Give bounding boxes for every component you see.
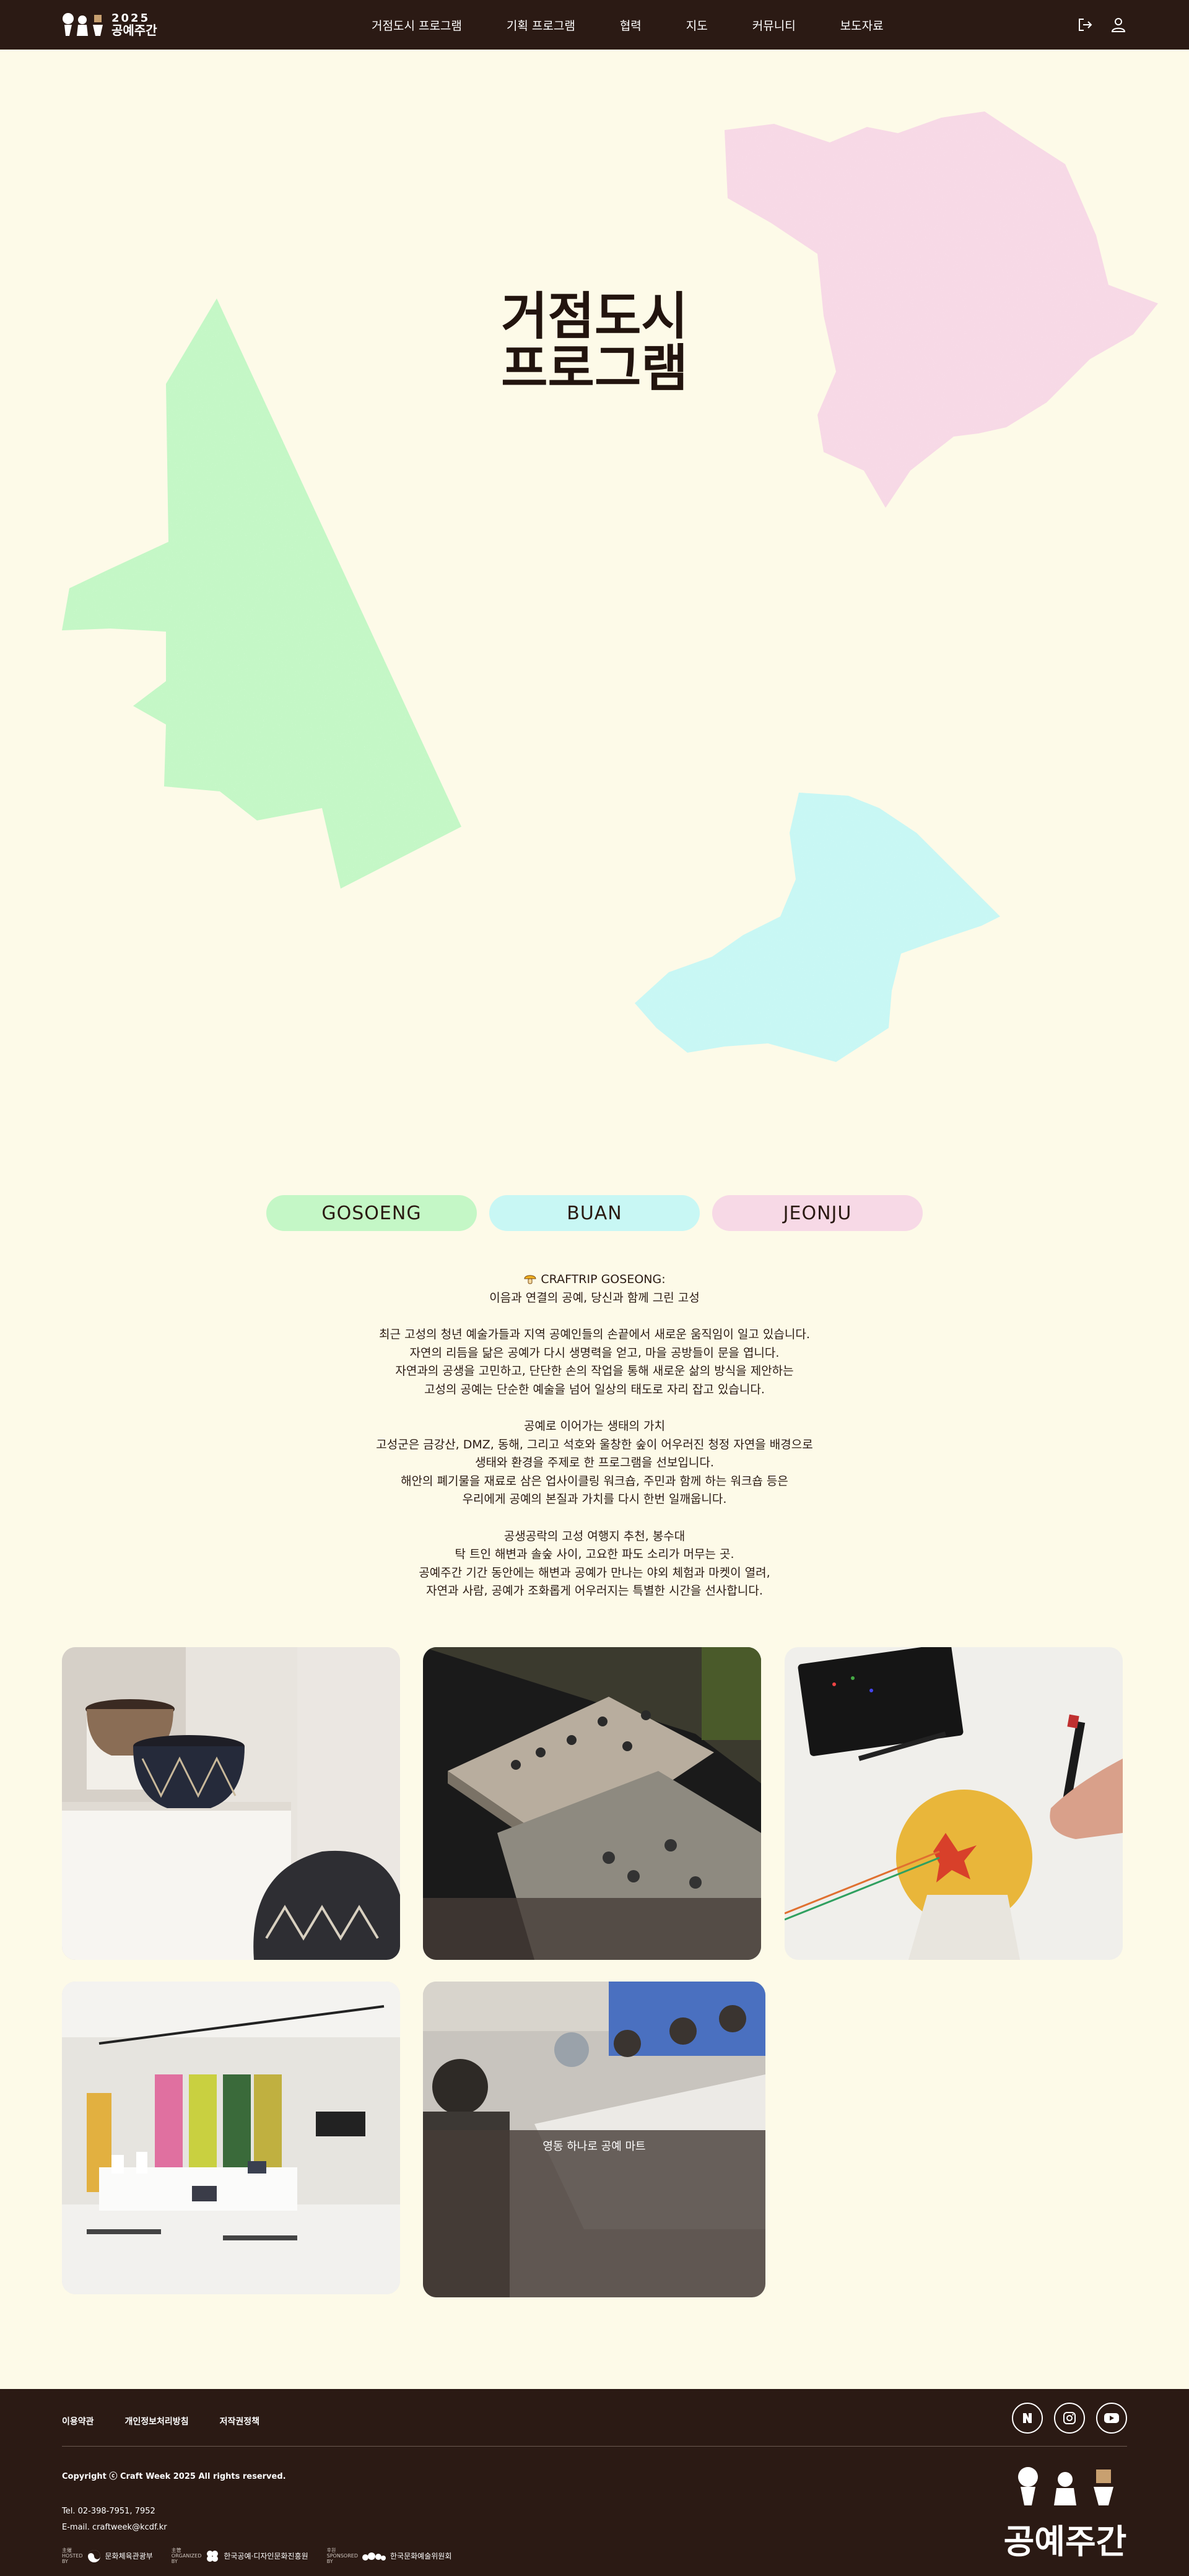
footer-divider [62, 2446, 1127, 2447]
naver-icon[interactable] [1012, 2403, 1043, 2434]
social-links [1012, 2403, 1127, 2434]
copyright-text: Copyright ⓒ Craft Week 2025 All rights r… [62, 2472, 286, 2481]
paragraph-line: 생태와 환경을 주제로 한 프로그램을 선보입니다. [475, 1456, 714, 1469]
partner-logos: 主催 HOSTED BY 문화체육관광부 主管 ORGANIZED BY 한국공… [62, 2548, 451, 2564]
arko-logo-icon [362, 2552, 386, 2561]
taegeuk-icon [87, 2549, 100, 2562]
paragraph-3: 공생공락의 고성 여행지 추천, 봉수대 탁 트인 해변과 솔숲 사이, 고요한… [0, 1528, 1189, 1601]
terms-link[interactable]: 이용약관 [62, 2415, 94, 2427]
intro-title: CRAFTRIP GOSEONG: [541, 1273, 666, 1286]
partner-name: 문화체육관광부 [105, 2552, 153, 2561]
paragraph-2: 공예로 이어가는 생태의 가치 고성군은 금강산, DMZ, 동해, 그리고 석… [0, 1417, 1189, 1509]
card-overlay [423, 1898, 761, 1960]
city-tabs: GOSOENG BUAN JEONJU [266, 1195, 923, 1231]
site-footer: 이용약관 개인정보처리방침 저작권정책 Copyright ⓒ Craft We… [0, 2389, 1189, 2576]
tab-gosoeng[interactable]: GOSOENG [266, 1195, 477, 1231]
gallery-card-pottery[interactable] [62, 1647, 400, 1960]
gosoeng-map-shape [62, 111, 1158, 1062]
gallery-card-exhibition[interactable] [62, 1982, 400, 2294]
paragraph-line: 자연의 리듬을 닮은 공예가 다시 생명력을 얻고, 마을 공방들이 문을 엽니… [409, 1346, 780, 1360]
tab-jeonju[interactable]: JEONJU [712, 1195, 923, 1231]
gallery-card-market[interactable]: 영동 하나로 공예 마트 [423, 1982, 765, 2297]
contact-info: Tel. 02-398-7951, 7952 E-mail. craftweek… [62, 2504, 167, 2536]
exhibition-photo [62, 1982, 400, 2294]
paragraph-1: 최근 고성의 청년 예술가들과 지역 공예인들의 손끝에서 새로운 움직임이 일… [0, 1326, 1189, 1399]
paragraph-line: 최근 고성의 청년 예술가들과 지역 공예인들의 손끝에서 새로운 움직임이 일… [379, 1328, 810, 1341]
mushroom-emoji-icon [524, 1275, 536, 1284]
paragraph-line: 고성군은 금강산, DMZ, 동해, 그리고 석호와 울창한 숲이 어우러진 청… [376, 1437, 813, 1451]
intro-title-line: CRAFTRIP GOSEONG: [0, 1271, 1189, 1289]
pottery-photo [62, 1647, 400, 1960]
partner-mcst[interactable]: 主催 HOSTED BY 문화체육관광부 [62, 2548, 153, 2564]
tab-buan[interactable]: BUAN [489, 1195, 700, 1231]
copyright-policy-link[interactable]: 저작권정책 [220, 2415, 259, 2427]
page-title: 거점도시 프로그램 [0, 291, 1189, 395]
page-title-line2: 프로그램 [501, 339, 688, 398]
youtube-icon[interactable] [1096, 2403, 1127, 2434]
paragraph-line: 우리에게 공예의 본질과 가치를 다시 한번 일깨웁니다. [462, 1492, 727, 1506]
program-description: CRAFTRIP GOSEONG: 이음과 연결의 공예, 당신과 함께 그린 … [0, 1271, 1189, 1601]
partner-tag: 主管 ORGANIZED BY [171, 2548, 202, 2564]
paragraph-line: 고성의 공예는 단순한 예술을 넘어 일상의 태도로 자리 잡고 있습니다. [424, 1382, 765, 1396]
paragraph-line: 자연과의 공생을 고민하고, 단단한 손의 작업을 통해 새로운 삶의 방식을 … [395, 1364, 794, 1378]
market-caption: 영동 하나로 공예 마트 [542, 2140, 646, 2153]
page-title-line1: 거점도시 [501, 287, 688, 346]
partner-name: 한국문화예술위원회 [390, 2552, 452, 2561]
privacy-link[interactable]: 개인정보처리방침 [125, 2415, 189, 2427]
instagram-icon[interactable] [1054, 2403, 1085, 2434]
partner-arko[interactable]: 후원 SPONSORED BY 한국문화예술위원회 [327, 2548, 452, 2564]
footer-logo-name: 공예주간 [1003, 2522, 1127, 2561]
tel-text: Tel. 02-398-7951, 7952 [62, 2507, 155, 2516]
partner-name: 한국공예·디자인문화진흥원 [224, 2552, 308, 2561]
intro-subtitle: 이음과 연결의 공예, 당신과 함께 그린 고성 [489, 1290, 700, 1305]
paragraph-line: 공예로 이어가는 생태의 가치 [524, 1419, 665, 1433]
partner-tag: 후원 SPONSORED BY [326, 2548, 358, 2564]
paragraph-line: 탁 트인 해변과 솔숲 사이, 고요한 파도 소리가 머무는 곳. [455, 1547, 734, 1561]
gallery-card-concert[interactable] [423, 1647, 761, 1960]
workshop-photo [785, 1647, 1123, 1960]
paragraph-line: 해안의 폐기물을 재료로 삼은 업사이클링 워크숍, 주민과 함께 하는 워크숍… [401, 1474, 788, 1488]
intro-block: CRAFTRIP GOSEONG: 이음과 연결의 공예, 당신과 함께 그린 … [0, 1271, 1189, 1307]
partner-tag: 主催 HOSTED BY [62, 2548, 83, 2564]
partner-kcdf[interactable]: 主管 ORGANIZED BY 한국공예·디자인문화진흥원 [172, 2548, 308, 2564]
gallery-card-workshop[interactable] [785, 1647, 1123, 1960]
paragraph-line: 공예주간 기간 동안에는 해변과 공예가 만나는 야외 체험과 마켓이 열려, [419, 1565, 770, 1580]
footer-logo[interactable]: 공예주간 [1003, 2465, 1127, 2563]
paragraph-line: 자연과 사람, 공예가 조화롭게 어우러지는 특별한 시간을 선사합니다. [426, 1584, 763, 1598]
paragraph-line: 공생공락의 고성 여행지 추천, 봉수대 [503, 1529, 686, 1543]
kcdf-logo-icon [207, 2550, 219, 2562]
card-overlay-market: 영동 하나로 공예 마트 [423, 2130, 765, 2297]
footer-logo-figures-icon [1018, 2467, 1113, 2505]
footer-links: 이용약관 개인정보처리방침 저작권정책 [62, 2415, 259, 2427]
email-text: E-mail. craftweek@kcdf.kr [62, 2523, 167, 2532]
